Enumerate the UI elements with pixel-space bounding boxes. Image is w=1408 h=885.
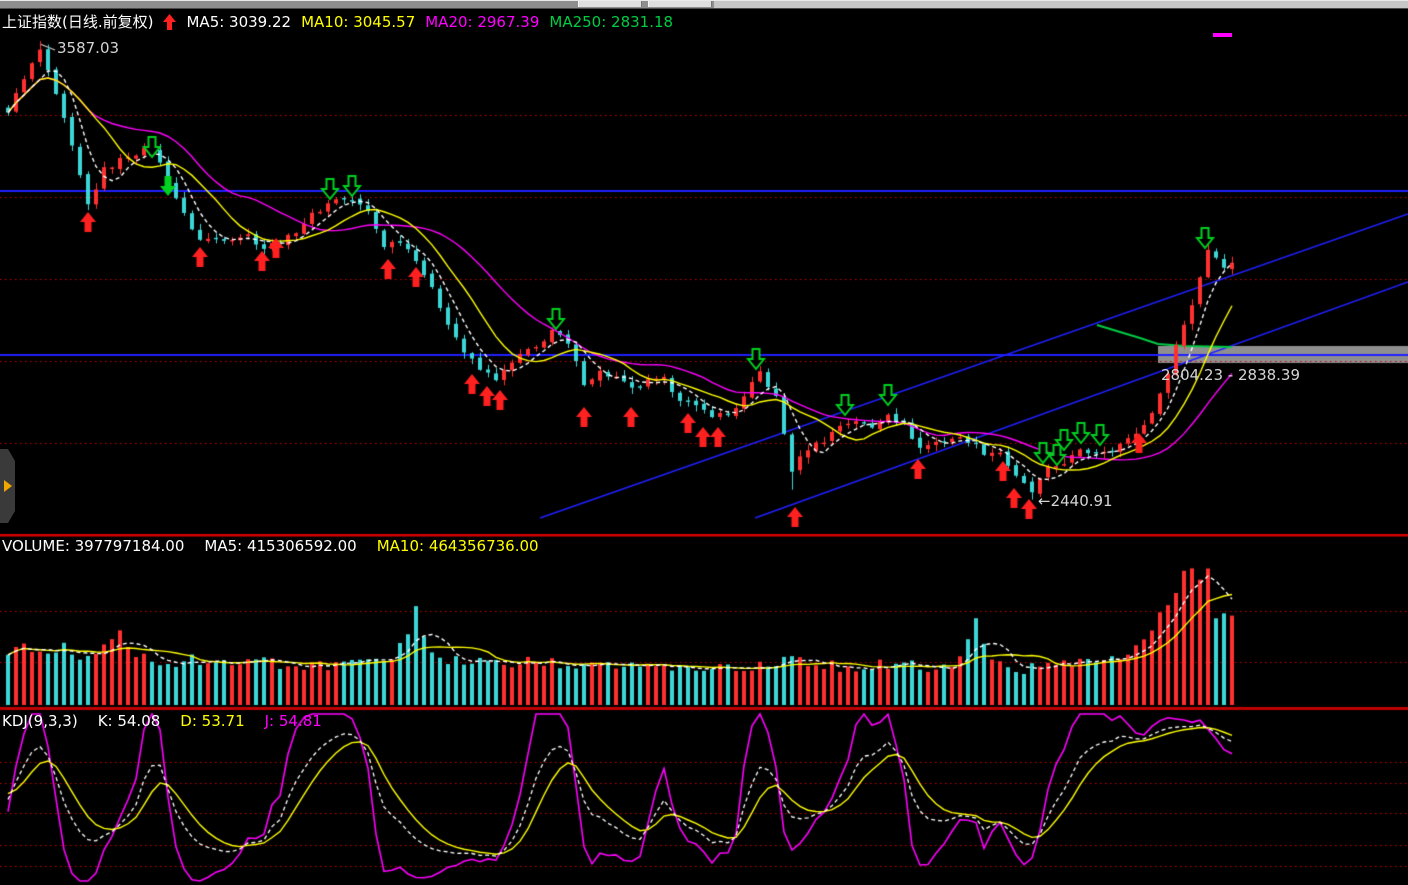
kdj-value: KDJ(9,3,3) xyxy=(2,712,78,730)
top-scrollbar[interactable] xyxy=(0,0,1408,9)
ma-value: MA20: 2967.39 xyxy=(425,13,539,31)
resistance-zone-label: 2804.23 - 2838.39 xyxy=(1161,366,1300,384)
high-price-label: 3587.03 xyxy=(57,39,119,57)
side-panel-toggle[interactable] xyxy=(0,449,15,523)
drawing-marker[interactable] xyxy=(1213,33,1232,37)
volume-value: VOLUME: 397797184.00 xyxy=(2,537,184,555)
instrument-title: 上证指数(日线.前复权) xyxy=(2,11,153,32)
ma-value: MA5: 3039.22 xyxy=(186,13,291,31)
ma-value: MA250: 2831.18 xyxy=(549,13,673,31)
scrollbar-track-right[interactable] xyxy=(714,1,1408,8)
scrollbar-thumb[interactable] xyxy=(648,1,712,7)
volume-value: MA10: 464356736.00 xyxy=(377,537,539,555)
up-trend-icon xyxy=(163,14,176,30)
stock-chart-canvas[interactable] xyxy=(0,0,1408,885)
volume-value: MA5: 415306592.00 xyxy=(204,537,356,555)
scrollbar-thumb[interactable] xyxy=(578,1,642,7)
kdj-value: K: 54.08 xyxy=(98,712,161,730)
volume-header: VOLUME: 397797184.00 MA5: 415306592.00 MA1… xyxy=(2,537,549,555)
ma-values: MA5: 3039.22 MA10: 3045.57 MA20: 2967.39 MA… xyxy=(186,13,683,31)
kdj-value: J: 54.81 xyxy=(265,712,322,730)
kdj-value: D: 53.71 xyxy=(180,712,244,730)
main-chart-header: 上证指数(日线.前复权) MA5: 3039.22MA10: 3045.57MA… xyxy=(2,11,683,32)
ma-value: MA10: 3045.57 xyxy=(301,13,415,31)
low-price-label: ←2440.91 xyxy=(1038,492,1113,510)
stock-app-window: 上证指数(日线.前复权) MA5: 3039.22MA10: 3045.57MA… xyxy=(0,0,1408,885)
kdj-header: KDJ(9,3,3) K: 54.08 D: 53.71 J: 54.81 xyxy=(2,712,332,730)
expand-arrow-icon xyxy=(4,480,12,492)
